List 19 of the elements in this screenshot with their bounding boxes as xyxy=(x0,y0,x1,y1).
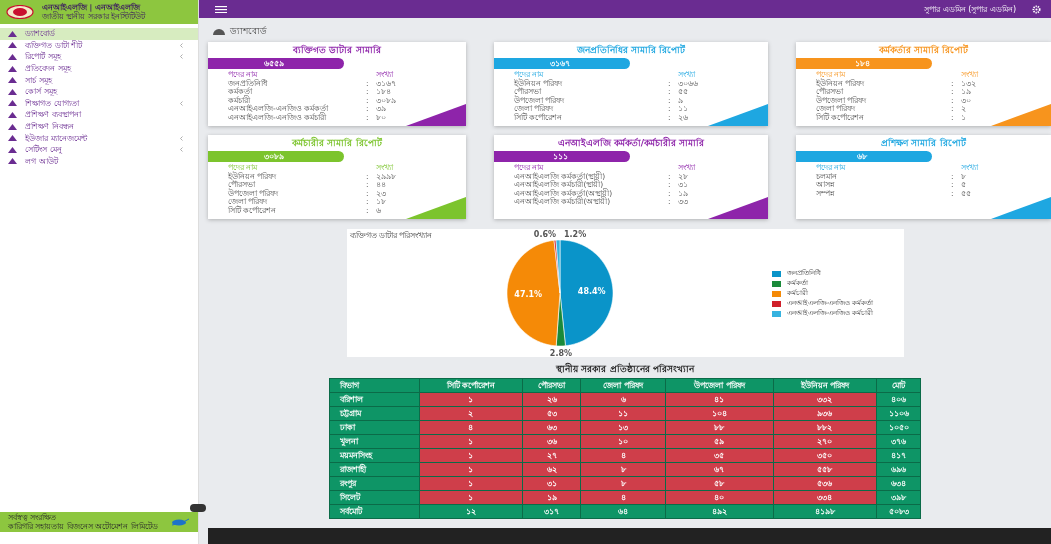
card-title: কর্মচারীর সামারি রিপোর্ট xyxy=(291,138,383,149)
slice-label: 47.1% xyxy=(513,289,542,299)
total-badge: ১১১ xyxy=(494,151,630,162)
total-badge: ৬৮ xyxy=(796,151,932,162)
table-title: স্থানীয় সরকার প্রতিষ্ঠানের পরিসংখ্যান xyxy=(555,362,696,376)
card-title: ব্যক্তিগত ডাটার সামারি xyxy=(292,45,382,56)
slice-label: 1.2% xyxy=(563,230,586,239)
slice-label: 0.6% xyxy=(533,230,556,239)
card-title: প্রশিক্ষণ সামারি রিপোর্ট xyxy=(880,138,967,149)
slice-label: 48.4% xyxy=(577,287,606,297)
card-title: জনপ্রতিনিধির সামারি রিপোর্ট xyxy=(575,45,687,56)
card-title: কর্মকর্তার সামারি রিপোর্ট xyxy=(877,45,970,56)
total-badge: ৩১৬৭ xyxy=(494,58,630,69)
total-badge: ৩০৮৯ xyxy=(208,151,344,162)
card-title: এনআইএলজি কর্মকর্তা/কর্মচারীর সামারি xyxy=(556,138,706,149)
page-title: ড্যাশবোর্ড xyxy=(230,24,267,38)
slice-label: 2.8% xyxy=(549,349,572,357)
total-badge: ১৮৪ xyxy=(796,58,932,69)
total-badge: ৬৫৫৯ xyxy=(208,58,344,69)
